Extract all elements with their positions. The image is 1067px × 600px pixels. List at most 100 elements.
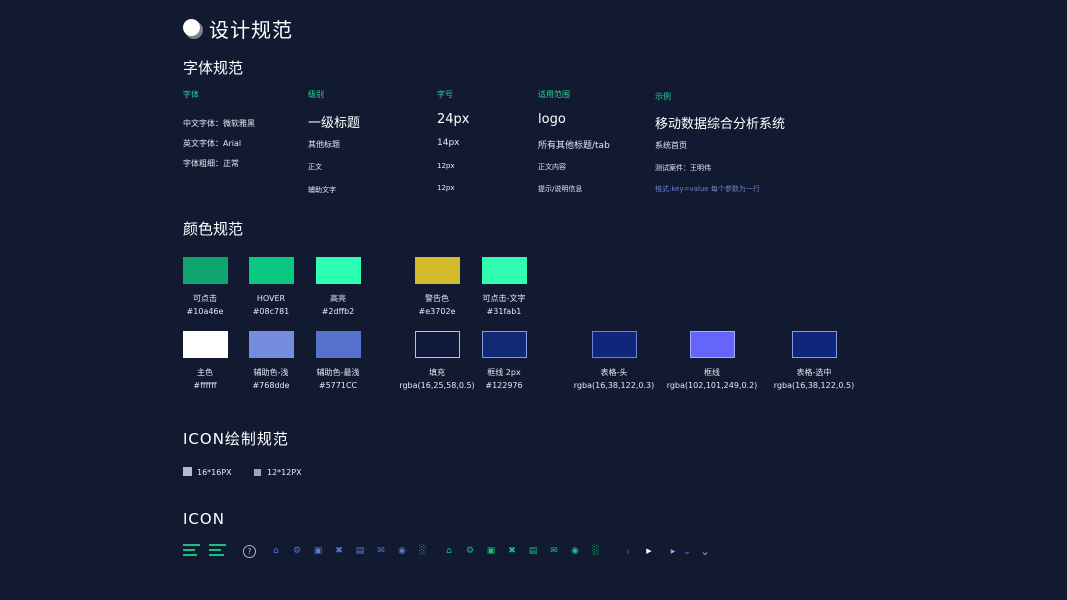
font-section-title: 字体规范 bbox=[183, 59, 244, 77]
scope-other: 所有其他标题/tab bbox=[538, 141, 610, 151]
color-name: 警告色 bbox=[425, 294, 449, 303]
color-label: 填充 rgba(16,25,58,0.5) bbox=[399, 366, 474, 392]
color-swatch bbox=[249, 331, 294, 358]
level-aux: 辅助文字 bbox=[308, 186, 336, 194]
size-other: 14px bbox=[437, 138, 460, 148]
scope-aux: 提示/说明信息 bbox=[538, 185, 583, 193]
color-label: 可点击 #10a46e bbox=[187, 292, 224, 318]
color-swatch bbox=[183, 331, 228, 358]
gear-icon[interactable]: ⚙ bbox=[291, 545, 303, 557]
icon-rule-16: 16*16PX bbox=[197, 468, 232, 477]
color-label: 可点击-文字 #31fab1 bbox=[483, 292, 526, 318]
icon-rule-12: 12*12PX bbox=[267, 468, 302, 477]
color-code: rgba(16,38,122,0.5) bbox=[773, 381, 855, 390]
color-swatch bbox=[316, 257, 361, 284]
tools-icon[interactable]: ✖ bbox=[506, 545, 518, 557]
example-body: 测试案件：王明伟 bbox=[655, 164, 711, 172]
color-swatch bbox=[690, 331, 735, 358]
color-name: 主色 bbox=[197, 368, 213, 377]
color-name: 框线 bbox=[703, 368, 720, 377]
col-header-example: 示例 bbox=[655, 92, 671, 101]
size-aux: 12px bbox=[437, 184, 455, 192]
color-name: 辅助色-最浅 bbox=[316, 368, 360, 377]
level-body: 正文 bbox=[308, 163, 322, 171]
color-swatch bbox=[249, 257, 294, 284]
size-12-icon bbox=[254, 469, 261, 476]
globe-icon[interactable]: ◉ bbox=[396, 545, 408, 557]
color-name: 填充 bbox=[429, 368, 445, 377]
size-h1: 24px bbox=[437, 112, 470, 127]
example-aux: 格式:key=value 每个参数为一行 bbox=[655, 185, 760, 193]
globe-icon[interactable]: ◉ bbox=[569, 545, 581, 557]
save-icon[interactable]: ▣ bbox=[485, 545, 497, 557]
color-name: 辅助色-浅 bbox=[253, 368, 289, 377]
color-code: rgba(102,101,249,0.2) bbox=[666, 381, 758, 390]
color-code: #122976 bbox=[485, 381, 523, 390]
help-icon[interactable]: ? bbox=[243, 544, 256, 558]
color-code: #08c781 bbox=[252, 307, 290, 316]
col-header-font: 字体 bbox=[183, 90, 199, 99]
color-code: rgba(16,25,58,0.5) bbox=[399, 381, 475, 390]
mail-icon[interactable]: ✉ bbox=[375, 545, 387, 557]
color-label: 警告色 #e3702e bbox=[419, 292, 456, 318]
icon-rules-title: ICON绘制规范 bbox=[183, 430, 289, 448]
color-code: #2dffb2 bbox=[321, 307, 355, 316]
color-code: #768dde bbox=[252, 381, 290, 390]
bar-chart-icon[interactable]: ░ bbox=[417, 545, 429, 557]
color-label: HOVER #08c781 bbox=[253, 292, 290, 318]
color-label: 表格-选中 rgba(16,38,122,0.5) bbox=[774, 366, 854, 392]
tools-icon[interactable]: ✖ bbox=[333, 545, 345, 557]
scope-body: 正文内容 bbox=[538, 163, 566, 171]
triangle-right-small-icon[interactable]: ▶ bbox=[667, 545, 679, 557]
chevron-right-icon[interactable]: › bbox=[622, 545, 634, 558]
chevron-down-icon[interactable]: ⌄ bbox=[681, 545, 693, 557]
color-name: 可点击 bbox=[192, 294, 217, 303]
mail-icon[interactable]: ✉ bbox=[548, 545, 560, 557]
font-info-chinese: 中文字体：微软雅黑 bbox=[183, 119, 255, 128]
menu-collapse-icon[interactable] bbox=[183, 544, 202, 558]
font-info-english: 英文字体：Arial bbox=[183, 139, 242, 148]
color-code: #5771CC bbox=[318, 381, 358, 390]
menu-expand-icon[interactable] bbox=[209, 544, 228, 558]
color-swatch bbox=[482, 257, 527, 284]
save-icon[interactable]: ▣ bbox=[312, 545, 324, 557]
color-name: 框线 2px bbox=[487, 368, 521, 377]
color-swatch bbox=[183, 257, 228, 284]
color-label: 主色 #ffffff bbox=[193, 366, 216, 392]
color-code: rgba(16,38,122,0.3) bbox=[573, 381, 655, 390]
document-icon[interactable]: ▤ bbox=[354, 545, 366, 557]
document-icon[interactable]: ▤ bbox=[527, 545, 539, 557]
color-swatch bbox=[415, 257, 460, 284]
col-header-level: 级别 bbox=[308, 90, 324, 99]
chevron-down-small-icon[interactable]: ⌄ bbox=[699, 545, 711, 558]
home-icon[interactable]: ⌂ bbox=[443, 545, 455, 557]
color-swatch bbox=[482, 331, 527, 358]
color-name: 可点击-文字 bbox=[482, 294, 526, 303]
color-name: 高亮 bbox=[330, 294, 346, 303]
home-icon[interactable]: ⌂ bbox=[270, 545, 282, 557]
level-other: 其他标题 bbox=[308, 140, 340, 149]
size-16-icon bbox=[183, 467, 192, 476]
color-code: #10a46e bbox=[186, 307, 224, 316]
triangle-right-icon[interactable]: ▶ bbox=[643, 545, 655, 557]
color-swatch bbox=[592, 331, 637, 358]
color-name: 表格-选中 bbox=[796, 368, 832, 377]
color-label: 框线 2px #122976 bbox=[485, 366, 522, 392]
color-section-title: 颜色规范 bbox=[183, 220, 244, 238]
color-swatch bbox=[316, 331, 361, 358]
bar-chart-icon[interactable]: ░ bbox=[590, 545, 602, 557]
color-label: 高亮 #2dffb2 bbox=[322, 292, 355, 318]
col-header-scope: 适用范围 bbox=[538, 90, 570, 99]
color-name: 表格-头 bbox=[600, 368, 628, 377]
icon-section-title: ICON bbox=[183, 510, 225, 528]
size-body: 12px bbox=[437, 162, 455, 170]
color-label: 辅助色-浅 #768dde bbox=[252, 366, 289, 392]
color-label: 辅助色-最浅 #5771CC bbox=[317, 366, 360, 392]
color-name: HOVER bbox=[256, 294, 286, 303]
example-h1: 移动数据综合分析系统 bbox=[655, 117, 786, 132]
gear-icon[interactable]: ⚙ bbox=[464, 545, 476, 557]
color-code: #e3702e bbox=[418, 307, 456, 316]
color-code: #ffffff bbox=[193, 381, 217, 390]
logo-icon bbox=[183, 18, 203, 39]
scope-h1: logo bbox=[538, 112, 566, 127]
